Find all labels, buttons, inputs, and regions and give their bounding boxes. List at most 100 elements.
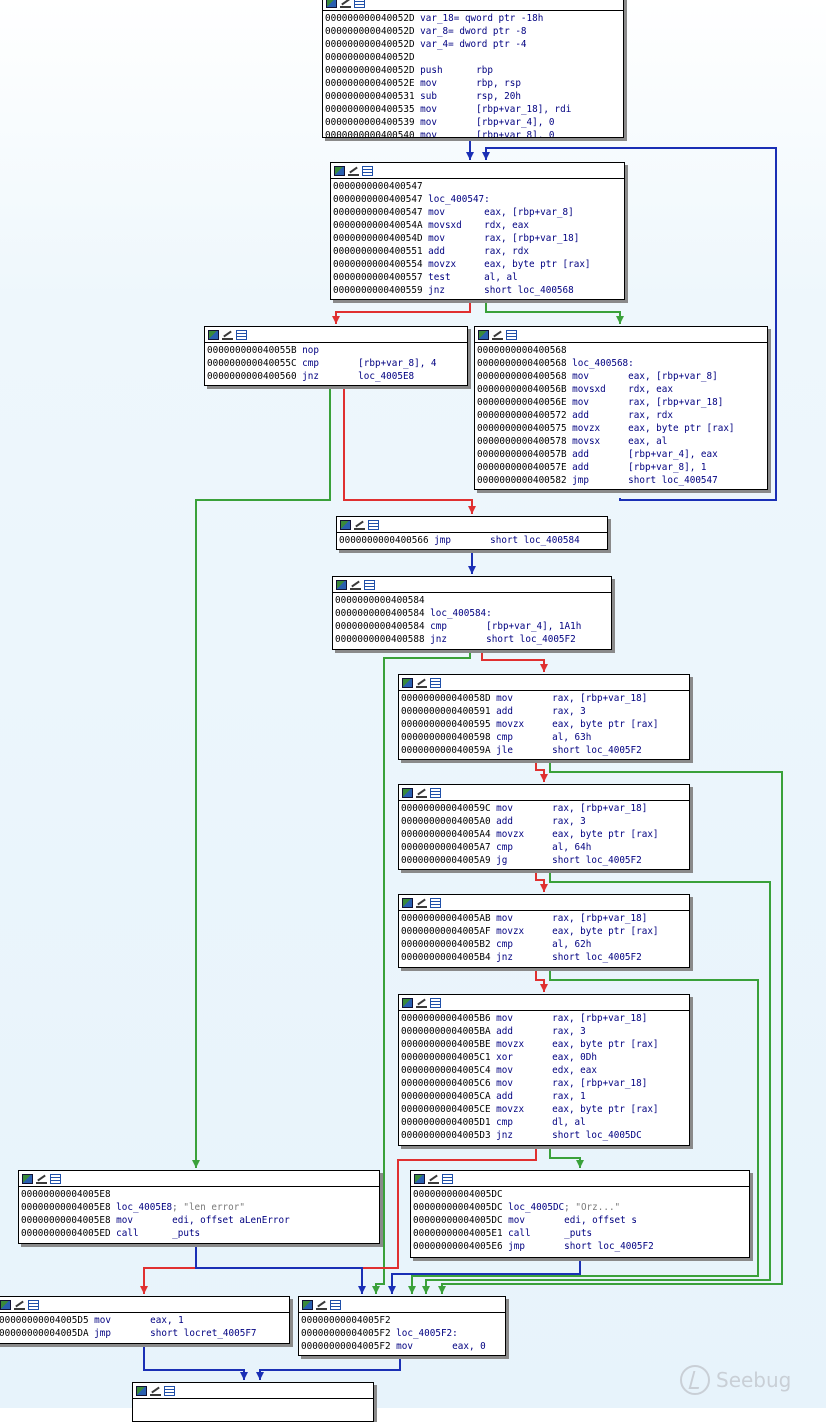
instruction-line[interactable]: 000000000040052E mov rbp, rsp: [325, 77, 623, 90]
edit-icon[interactable]: [416, 678, 427, 688]
edit-icon[interactable]: [428, 1174, 439, 1184]
instruction-line[interactable]: 000000000040052D var_18= qword ptr -18h: [325, 12, 623, 25]
instruction-line[interactable]: 00000000004005C6 mov rax, [rbp+var_18]: [401, 1077, 689, 1090]
graph-color-icon[interactable]: [326, 0, 337, 8]
graph-color-icon[interactable]: [336, 579, 347, 590]
instruction-line[interactable]: 0000000000400566 jmp short loc_400584: [339, 534, 607, 547]
instruction-line[interactable]: 00000000004005B4 jnz short loc_4005F2: [401, 951, 689, 964]
list-view-icon[interactable]: [368, 519, 379, 530]
instruction-line[interactable]: 00000000004005F2: [301, 1314, 505, 1327]
instruction-line[interactable]: 0000000000400547 loc_400547:: [333, 193, 624, 206]
instruction-line[interactable]: 0000000000400578 movsx eax, al: [477, 435, 767, 448]
block-loc-4005E8[interactable]: 00000000004005E8 00000000004005E8 loc_40…: [18, 1170, 380, 1244]
list-view-icon[interactable]: [50, 1173, 61, 1184]
edit-icon[interactable]: [416, 898, 427, 908]
block-loc-400568[interactable]: 0000000000400568 0000000000400568 loc_40…: [474, 326, 768, 490]
block-4005B6[interactable]: 00000000004005B6 mov rax, [rbp+var_18] 000…: [398, 994, 690, 1146]
instruction-line[interactable]: 0000000000400575 movzx eax, byte ptr [rax…: [477, 422, 767, 435]
instruction-line[interactable]: 000000000040052D: [325, 51, 623, 64]
instruction-line[interactable]: 000000000040052D var_4= dword ptr -4: [325, 38, 623, 51]
instruction-line[interactable]: 000000000040058D mov rax, [rbp+var_18]: [401, 692, 689, 705]
list-view-icon[interactable]: [430, 677, 441, 688]
instruction-line[interactable]: 00000000004005DC loc_4005DC:; "Orz...": [413, 1201, 749, 1214]
block-loc-400584[interactable]: 0000000000400584 0000000000400584 loc_40…: [332, 576, 612, 650]
instruction-line[interactable]: 000000000040059A jle short loc_4005F2: [401, 744, 689, 757]
instruction-line[interactable]: 0000000000400557 test al, al: [333, 271, 624, 284]
instruction-line[interactable]: 00000000004005BA add rax, 3: [401, 1025, 689, 1038]
edit-icon[interactable]: [14, 1300, 25, 1310]
instruction-line[interactable]: 0000000000400560 jnz loc_4005E8: [207, 370, 467, 383]
instruction-line[interactable]: 0000000000400584 loc_400584:: [335, 607, 611, 620]
instruction-line[interactable]: 00000000004005A0 add rax, 3: [401, 815, 689, 828]
instruction-line[interactable]: 00000000004005C4 mov edx, eax: [401, 1064, 689, 1077]
instruction-line[interactable]: 000000000040054A movsxd rdx, eax: [333, 219, 624, 232]
instruction-line[interactable]: 000000000040057B add [rbp+var_4], eax: [477, 448, 767, 461]
edit-icon[interactable]: [350, 580, 361, 590]
block-loc-4005DC[interactable]: 00000000004005DC 00000000004005DC loc_40…: [410, 1170, 750, 1258]
instruction-line[interactable]: 00000000004005F2 mov eax, 0: [301, 1340, 505, 1353]
edit-icon[interactable]: [340, 0, 351, 8]
edit-icon[interactable]: [354, 520, 365, 530]
instruction-line[interactable]: 0000000000400547: [333, 180, 624, 193]
instruction-line[interactable]: 000000000040052D var_8= dword ptr -8: [325, 25, 623, 38]
graph-color-icon[interactable]: [402, 997, 413, 1008]
instruction-line[interactable]: 00000000004005DC mov edi, offset s: [413, 1214, 749, 1227]
instruction-line[interactable]: 0000000000400584 cmp [rbp+var_4], 1A1h: [335, 620, 611, 633]
graph-color-icon[interactable]: [0, 1299, 11, 1310]
graph-color-icon[interactable]: [402, 787, 413, 798]
instruction-line[interactable]: 00000000004005C1 xor eax, 0Dh: [401, 1051, 689, 1064]
list-view-icon[interactable]: [330, 1299, 341, 1310]
instruction-line[interactable]: 00000000004005DC: [413, 1188, 749, 1201]
block-loc-400547[interactable]: 0000000000400547 0000000000400547 loc_40…: [330, 162, 625, 300]
block-40059C[interactable]: 000000000040059C mov rax, [rbp+var_18] 000…: [398, 784, 690, 870]
instruction-line[interactable]: 000000000040054D mov rax, [rbp+var_18]: [333, 232, 624, 245]
instruction-line[interactable]: 0000000000400598 cmp al, 63h: [401, 731, 689, 744]
graph-color-icon[interactable]: [402, 677, 413, 688]
graph-color-icon[interactable]: [414, 1173, 425, 1184]
instruction-line[interactable]: 0000000000400568 mov eax, [rbp+var_8]: [477, 370, 767, 383]
instruction-line[interactable]: 000000000040055C cmp [rbp+var_8], 4: [207, 357, 467, 370]
list-view-icon[interactable]: [354, 0, 365, 8]
instruction-line[interactable]: 0000000000400539 mov [rbp+var_4], 0: [325, 116, 623, 129]
list-view-icon[interactable]: [364, 579, 375, 590]
instruction-line[interactable]: 00000000004005CE movzx eax, byte ptr [rax…: [401, 1103, 689, 1116]
instruction-line[interactable]: 00000000004005B6 mov rax, [rbp+var_18]: [401, 1012, 689, 1025]
instruction-line[interactable]: 0000000000400559 jnz short loc_400568: [333, 284, 624, 297]
block-40058D[interactable]: 000000000040058D mov rax, [rbp+var_18] 000…: [398, 674, 690, 760]
list-view-icon[interactable]: [236, 329, 247, 340]
instruction-line[interactable]: 00000000004005F2 loc_4005F2:: [301, 1327, 505, 1340]
instruction-line[interactable]: 0000000000400535 mov [rbp+var_18], rdi: [325, 103, 623, 116]
instruction-line[interactable]: 00000000004005A9 jg short loc_4005F2: [401, 854, 689, 867]
instruction-line[interactable]: 0000000000400551 add rax, rdx: [333, 245, 624, 258]
instruction-line[interactable]: 0000000000400568: [477, 344, 767, 357]
edit-icon[interactable]: [222, 330, 233, 340]
list-view-icon[interactable]: [362, 165, 373, 176]
list-view-icon[interactable]: [28, 1299, 39, 1310]
list-view-icon[interactable]: [430, 897, 441, 908]
block-locret-4005F7[interactable]: [132, 1382, 374, 1422]
block-400566[interactable]: 0000000000400566 jmp short loc_400584: [336, 516, 608, 550]
instruction-line[interactable]: 0000000000400554 movzx eax, byte ptr [rax…: [333, 258, 624, 271]
list-view-icon[interactable]: [164, 1385, 175, 1396]
instruction-line[interactable]: 00000000004005E1 call _puts: [413, 1227, 749, 1240]
instruction-line[interactable]: 00000000004005ED call _puts: [21, 1227, 379, 1240]
edit-icon[interactable]: [348, 166, 359, 176]
instruction-line[interactable]: 0000000000400540 mov [rbp+var_8], 0: [325, 129, 623, 137]
instruction-line[interactable]: 00000000004005A7 cmp al, 64h: [401, 841, 689, 854]
instruction-line[interactable]: 00000000004005A4 movzx eax, byte ptr [rax…: [401, 828, 689, 841]
block-40055B[interactable]: 000000000040055B nop 000000000040055C cmp…: [204, 326, 468, 386]
block-4005AB[interactable]: 00000000004005AB mov rax, [rbp+var_18] 000…: [398, 894, 690, 968]
instruction-line[interactable]: 000000000040059C mov rax, [rbp+var_18]: [401, 802, 689, 815]
list-view-icon[interactable]: [442, 1173, 453, 1184]
graph-color-icon[interactable]: [478, 329, 489, 340]
edit-icon[interactable]: [316, 1300, 327, 1310]
instruction-line[interactable]: 00000000004005AF movzx eax, byte ptr [rax…: [401, 925, 689, 938]
instruction-line[interactable]: 00000000004005D5 mov eax, 1: [0, 1314, 289, 1327]
instruction-line[interactable]: 0000000000400582 jmp short loc_400547: [477, 474, 767, 487]
instruction-line[interactable]: 0000000000400547 mov eax, [rbp+var_8]: [333, 206, 624, 219]
instruction-line[interactable]: 00000000004005D3 jnz short loc_4005DC: [401, 1129, 689, 1142]
list-view-icon[interactable]: [506, 329, 517, 340]
edit-icon[interactable]: [150, 1386, 161, 1396]
edit-icon[interactable]: [416, 788, 427, 798]
instruction-line[interactable]: 00000000004005BE movzx eax, byte ptr [rax…: [401, 1038, 689, 1051]
